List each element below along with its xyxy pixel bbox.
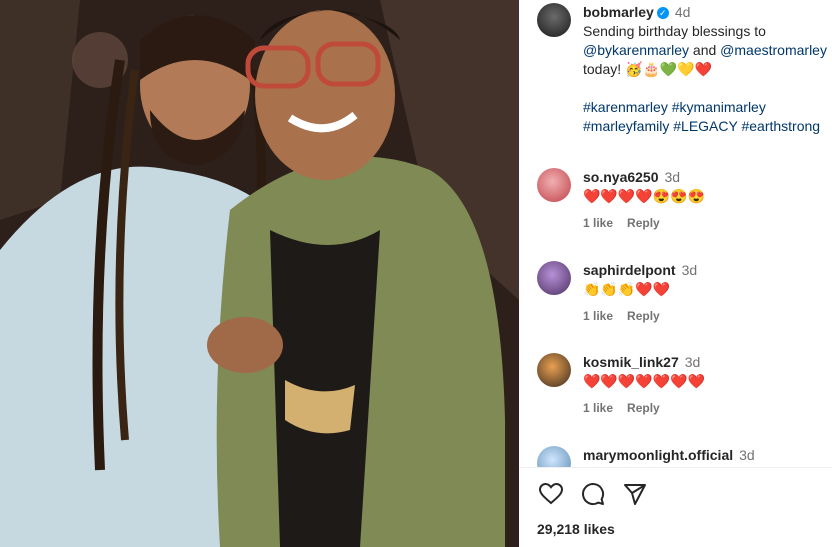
avatar[interactable] bbox=[537, 446, 571, 468]
caption-username[interactable]: bobmarley bbox=[583, 4, 654, 20]
instagram-post-view: bobmarley ✓ 4d Sending birthday blessings … bbox=[0, 0, 832, 547]
caption-today: today! bbox=[583, 61, 622, 77]
comment-likes[interactable]: 1 like bbox=[583, 309, 613, 323]
comment-username[interactable]: kosmik_link27 bbox=[583, 354, 679, 370]
comment-body: kosmik_link27 3d ❤️❤️❤️❤️❤️❤️❤️ 1 like Rep… bbox=[583, 353, 832, 418]
share-send-icon[interactable] bbox=[621, 480, 649, 508]
comment-body: marymoonlight.official3d 👏👏👏👏 bbox=[583, 446, 832, 468]
comment-time: 3d bbox=[681, 262, 698, 278]
comment-text: ❤️❤️❤️❤️❤️❤️❤️ bbox=[583, 373, 706, 389]
comment-text: ❤️❤️❤️❤️😍😍😍 bbox=[583, 188, 706, 204]
comment-time: 3d bbox=[739, 447, 755, 463]
post-actions-bar: 29,218 likes bbox=[519, 467, 832, 547]
post-side-panel: bobmarley ✓ 4d Sending birthday blessings … bbox=[519, 0, 832, 547]
comment-body: so.nya6250 3d ❤️❤️❤️❤️😍😍😍 1 like Reply bbox=[583, 168, 832, 233]
comment-item: marymoonlight.official3d 👏👏👏👏 bbox=[537, 446, 832, 468]
caption-emojis: 🥳🎂💚💛❤️ bbox=[625, 61, 713, 77]
avatar[interactable] bbox=[537, 353, 571, 387]
comment-username[interactable]: marymoonlight.official bbox=[583, 447, 733, 463]
comment-likes[interactable]: 1 like bbox=[583, 401, 613, 415]
likes-count[interactable]: 29,218 likes bbox=[537, 521, 615, 537]
hashtags-line-1[interactable]: #karenmarley #kymanimarley bbox=[583, 99, 766, 115]
comment-item: so.nya6250 3d ❤️❤️❤️❤️😍😍😍 1 like Reply bbox=[537, 168, 832, 233]
comment-body: saphirdelpont 3d 👏👏👏❤️❤️ 1 like Reply bbox=[583, 261, 832, 326]
comment-text: 👏👏👏❤️❤️ bbox=[583, 281, 671, 297]
caption-text: bobmarley ✓ 4d Sending birthday blessings … bbox=[583, 3, 832, 136]
caption-line-1: Sending birthday blessings to bbox=[583, 23, 766, 39]
reply-button[interactable]: Reply bbox=[627, 309, 660, 323]
hashtags-line-2[interactable]: #marleyfamily #LEGACY #earthstrong bbox=[583, 118, 820, 134]
like-heart-icon[interactable] bbox=[537, 480, 565, 508]
avatar[interactable] bbox=[537, 261, 571, 295]
comment-username[interactable]: so.nya6250 bbox=[583, 169, 659, 185]
comment-item: kosmik_link27 3d ❤️❤️❤️❤️❤️❤️❤️ 1 like Rep… bbox=[537, 353, 832, 418]
caption-time: 4d bbox=[674, 4, 691, 20]
action-icons bbox=[537, 480, 649, 508]
comment-meta: 1 like Reply bbox=[583, 399, 832, 418]
comment-meta: 1 like Reply bbox=[583, 214, 832, 233]
comment-likes[interactable]: 1 like bbox=[583, 216, 613, 230]
mention-bykarenmarley[interactable]: @bykarenmarley bbox=[583, 42, 689, 58]
mention-maestromarley[interactable]: @maestromarley bbox=[720, 42, 827, 58]
verified-badge-icon: ✓ bbox=[656, 7, 669, 20]
comment-icon[interactable] bbox=[579, 480, 607, 508]
caption-and: and bbox=[692, 42, 717, 58]
reply-button[interactable]: Reply bbox=[627, 401, 660, 415]
post-caption: bobmarley ✓ 4d Sending birthday blessings … bbox=[537, 3, 832, 136]
comment-meta: 1 like Reply bbox=[583, 307, 832, 326]
avatar[interactable] bbox=[537, 168, 571, 202]
comment-time: 3d bbox=[684, 354, 701, 370]
comment-time: 3d bbox=[664, 169, 681, 185]
reply-button[interactable]: Reply bbox=[627, 216, 660, 230]
comment-item: saphirdelpont 3d 👏👏👏❤️❤️ 1 like Reply bbox=[537, 261, 832, 326]
post-photo[interactable] bbox=[0, 0, 519, 547]
photo-illustration bbox=[0, 0, 519, 547]
avatar[interactable] bbox=[537, 3, 571, 37]
comment-username[interactable]: saphirdelpont bbox=[583, 262, 676, 278]
comments-scroll-area[interactable]: bobmarley ✓ 4d Sending birthday blessings … bbox=[519, 0, 832, 468]
